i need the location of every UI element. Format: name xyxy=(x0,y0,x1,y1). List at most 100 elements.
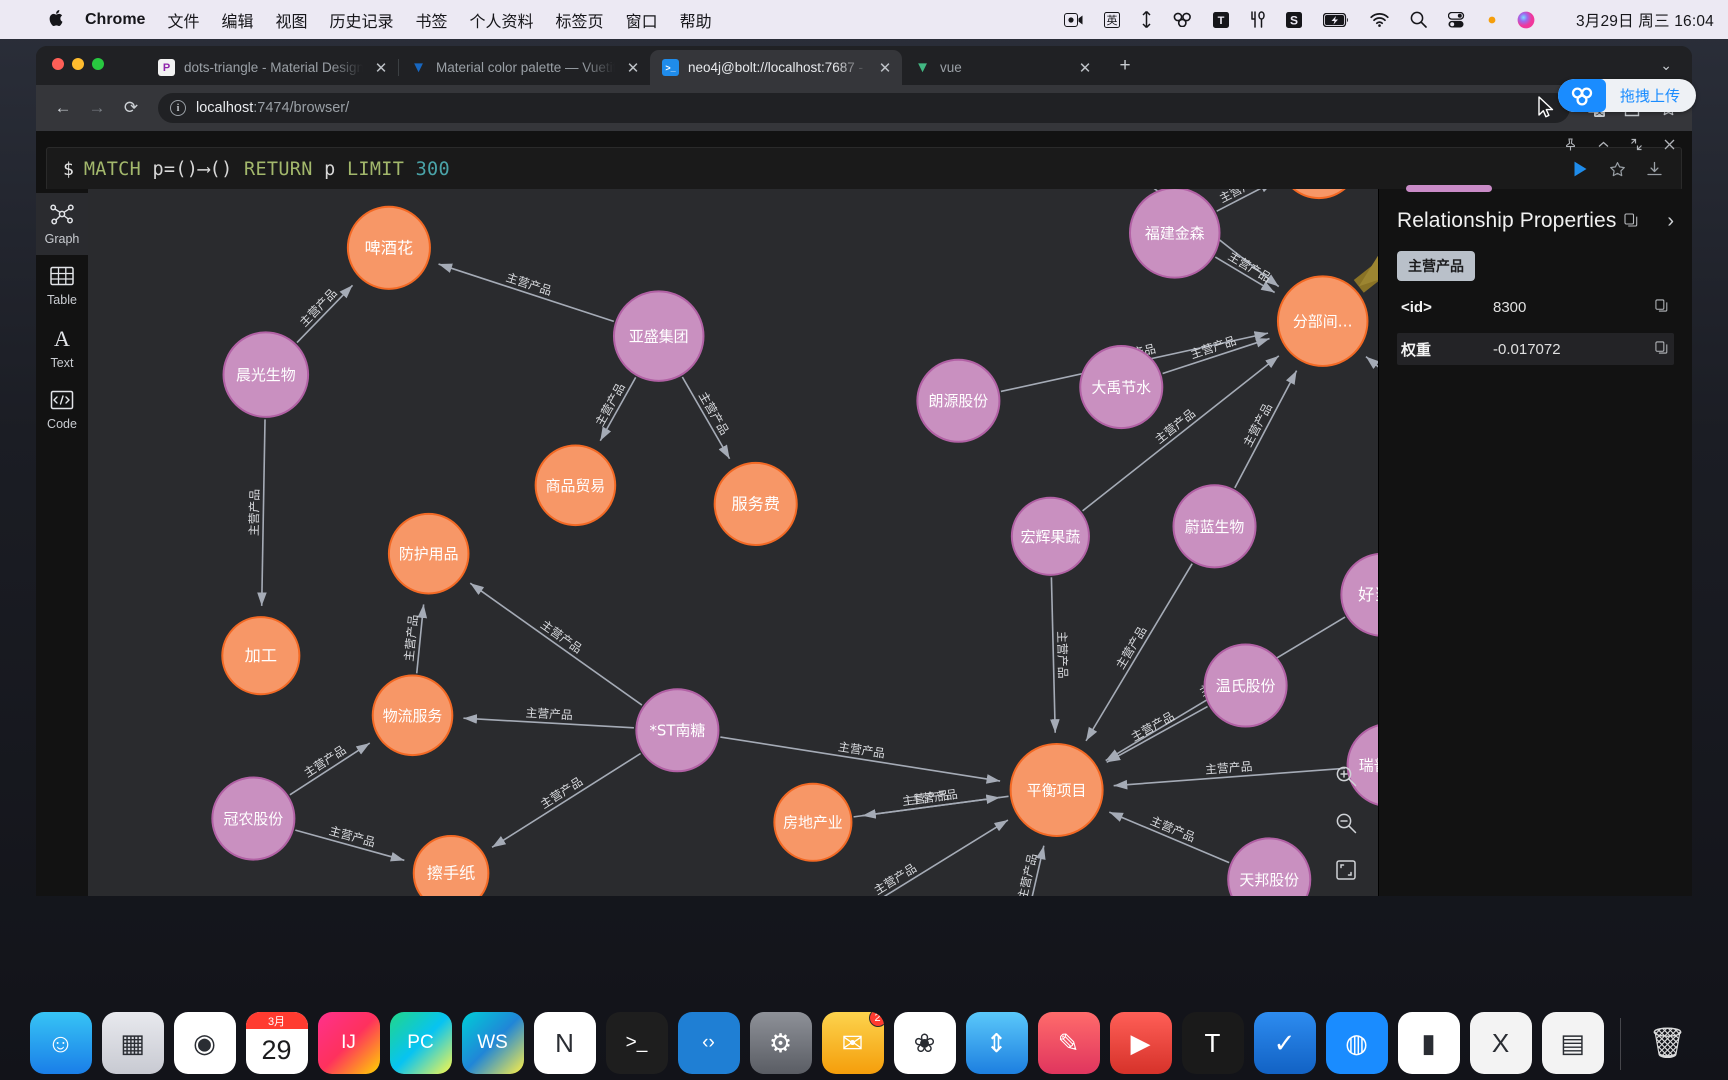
expand-icon[interactable] xyxy=(1630,138,1643,154)
menu-item-window[interactable]: 窗口 xyxy=(626,8,658,32)
dock-item-chrome[interactable]: ◉ xyxy=(173,1012,236,1074)
dock-item-terminal[interactable]: >_ xyxy=(605,1012,668,1074)
siri-icon[interactable] xyxy=(1517,11,1535,29)
close-tab-icon[interactable]: ✕ xyxy=(372,59,390,77)
music-icon[interactable] xyxy=(1250,11,1265,28)
search-icon[interactable] xyxy=(1410,11,1427,28)
drag-upload-widget[interactable]: 拖拽上传 xyxy=(1558,79,1697,112)
new-tab-button[interactable]: + xyxy=(1110,51,1140,81)
sidebar-item-table[interactable]: Table xyxy=(36,255,88,317)
dock-item-webstorm[interactable]: WS xyxy=(461,1012,524,1074)
forward-button[interactable]: → xyxy=(82,93,112,123)
sidebar-item-code[interactable]: Code xyxy=(36,379,88,441)
cypher-query-input[interactable]: MATCH p=()⟶() RETURN p LIMIT 300 xyxy=(84,159,1553,180)
dock-item-document-file[interactable]: ▤ xyxy=(1541,1012,1604,1074)
apple-logo-icon[interactable] xyxy=(48,9,63,31)
graph-node[interactable]: 房地产业 xyxy=(773,782,853,862)
close-tab-icon[interactable]: ✕ xyxy=(624,59,642,77)
close-tab-icon[interactable]: ✕ xyxy=(1076,59,1094,77)
graph-node[interactable]: 冠农股份 xyxy=(211,776,296,861)
graph-edge[interactable] xyxy=(257,419,267,606)
graph-node[interactable]: 亚盛集团 xyxy=(612,290,705,382)
dock-item-mindmaster[interactable]: ▶ xyxy=(1109,1012,1172,1074)
dock-item-vscode[interactable]: ‹› xyxy=(677,1012,740,1074)
dock-item-trash[interactable]: 🗑 xyxy=(1637,1012,1699,1074)
dock-item-notion[interactable]: N xyxy=(533,1012,596,1074)
dock-item-intellij-idea[interactable]: IJ xyxy=(317,1012,380,1074)
dock-item-photos[interactable]: ❀ xyxy=(893,1012,956,1074)
graph-node[interactable]: 物流服务 xyxy=(371,674,454,757)
dock-item-pycharm[interactable]: PC xyxy=(389,1012,452,1074)
menu-item-file[interactable]: 文件 xyxy=(167,8,199,32)
graph-node[interactable]: 擦手纸 xyxy=(412,834,490,896)
graph-node[interactable]: 晨光生物 xyxy=(222,331,310,418)
menu-item-chrome[interactable]: Chrome xyxy=(85,11,145,29)
dock-item-launchpad[interactable]: ▦ xyxy=(101,1012,164,1074)
run-icon[interactable] xyxy=(1571,160,1589,178)
dock-item-sketch[interactable]: ✎ xyxy=(1037,1012,1100,1074)
graph-node[interactable]: 加工 xyxy=(221,616,301,696)
dock-item-excel-doc[interactable]: X xyxy=(1469,1012,1532,1074)
copy-icon[interactable] xyxy=(1655,341,1668,357)
menu-item-profile[interactable]: 个人资料 xyxy=(470,8,534,32)
download-icon[interactable] xyxy=(1646,161,1663,178)
collapse-icon[interactable] xyxy=(1597,138,1610,154)
wifi-icon[interactable] xyxy=(1370,12,1389,27)
dock-item-typora[interactable]: T xyxy=(1181,1012,1244,1074)
screen-record-icon[interactable] xyxy=(1063,12,1083,27)
zoom-in-icon[interactable] xyxy=(1335,765,1357,792)
graph-node[interactable]: 温氏股份 xyxy=(1203,643,1288,728)
chevron-right-icon[interactable]: › xyxy=(1667,210,1674,233)
reload-button[interactable]: ⟳ xyxy=(116,93,146,123)
menu-item-edit[interactable]: 编辑 xyxy=(221,8,253,32)
graph-node[interactable]: 平衡项目 xyxy=(1009,742,1104,837)
input-source-chinese-icon[interactable]: 英 xyxy=(1103,11,1120,28)
site-info-icon[interactable]: i xyxy=(170,100,186,116)
dock-item-mail-app[interactable]: ✉ 2 xyxy=(821,1012,884,1074)
dock-item-numbers[interactable]: ▮ xyxy=(1397,1012,1460,1074)
graph-node[interactable]: 啤酒花 xyxy=(346,205,431,290)
zoom-out-icon[interactable] xyxy=(1335,812,1357,839)
browser-tab-material-color-palette[interactable]: ▼ Material color palette — Vuetify ✕ xyxy=(398,50,651,85)
browser-tab-neo4j[interactable]: >_ neo4j@bolt://localhost:7687 - N ✕ xyxy=(650,50,902,85)
graph-node[interactable]: 农水设… xyxy=(1279,189,1359,200)
dock-item-system-settings[interactable]: ⚙ xyxy=(749,1012,812,1074)
graph-edge[interactable] xyxy=(469,582,643,706)
pin-icon[interactable] xyxy=(1564,138,1577,154)
menubar-clock[interactable]: 3月29日 周三 16:04 xyxy=(1576,9,1714,31)
dock-item-transfer[interactable]: ⇕ xyxy=(965,1012,1028,1074)
tab-search-chevron-down-icon[interactable]: ⌄ xyxy=(1650,57,1682,74)
snipaste-icon[interactable]: S xyxy=(1285,11,1302,28)
favorite-star-icon[interactable] xyxy=(1609,161,1626,178)
copy-icon[interactable] xyxy=(1655,299,1668,315)
graph-node[interactable]: 朗源股份 xyxy=(916,358,1001,443)
cleaner-icon[interactable] xyxy=(1173,12,1192,27)
graph-node[interactable]: 福建金森 xyxy=(1128,189,1221,279)
address-bar[interactable]: i localhost:7474/browser/ xyxy=(158,93,1570,123)
graph-node[interactable]: 服务费 xyxy=(713,461,798,546)
updown-arrows-icon[interactable] xyxy=(1141,11,1152,28)
graph-edge[interactable] xyxy=(1234,370,1298,489)
graph-node[interactable]: *ST南糖 xyxy=(635,688,720,773)
minimize-window-button[interactable] xyxy=(72,58,84,70)
close-icon[interactable] xyxy=(1663,138,1676,154)
menu-item-tabs[interactable]: 标签页 xyxy=(556,8,604,32)
sidebar-item-text[interactable]: A Text xyxy=(36,317,88,379)
dock-item-todo-app[interactable]: ✓ xyxy=(1253,1012,1316,1074)
textbar-icon[interactable]: T xyxy=(1212,11,1229,28)
copy-icon[interactable] xyxy=(1624,212,1638,230)
node-circle[interactable] xyxy=(1279,189,1359,200)
sidebar-item-graph[interactable]: Graph xyxy=(36,193,88,255)
maximize-window-button[interactable] xyxy=(92,58,104,70)
menu-item-history[interactable]: 历史记录 xyxy=(330,8,394,32)
relationship-type-badge[interactable]: 主营产品 xyxy=(1397,251,1475,281)
browser-tab-dots-triangle[interactable]: P dots-triangle - Material Design ✕ xyxy=(146,50,399,85)
graph-node[interactable]: 大禹节水 xyxy=(1079,345,1164,430)
dock-item-finder[interactable]: ☺ xyxy=(29,1012,92,1074)
graph-node[interactable]: 蔚蓝生物 xyxy=(1172,484,1257,569)
close-window-button[interactable] xyxy=(52,58,64,70)
fit-to-screen-icon[interactable] xyxy=(1335,859,1357,886)
graph-edge[interactable] xyxy=(1085,563,1193,742)
graph-edge[interactable] xyxy=(491,752,642,849)
menu-item-bookmarks[interactable]: 书签 xyxy=(416,8,448,32)
